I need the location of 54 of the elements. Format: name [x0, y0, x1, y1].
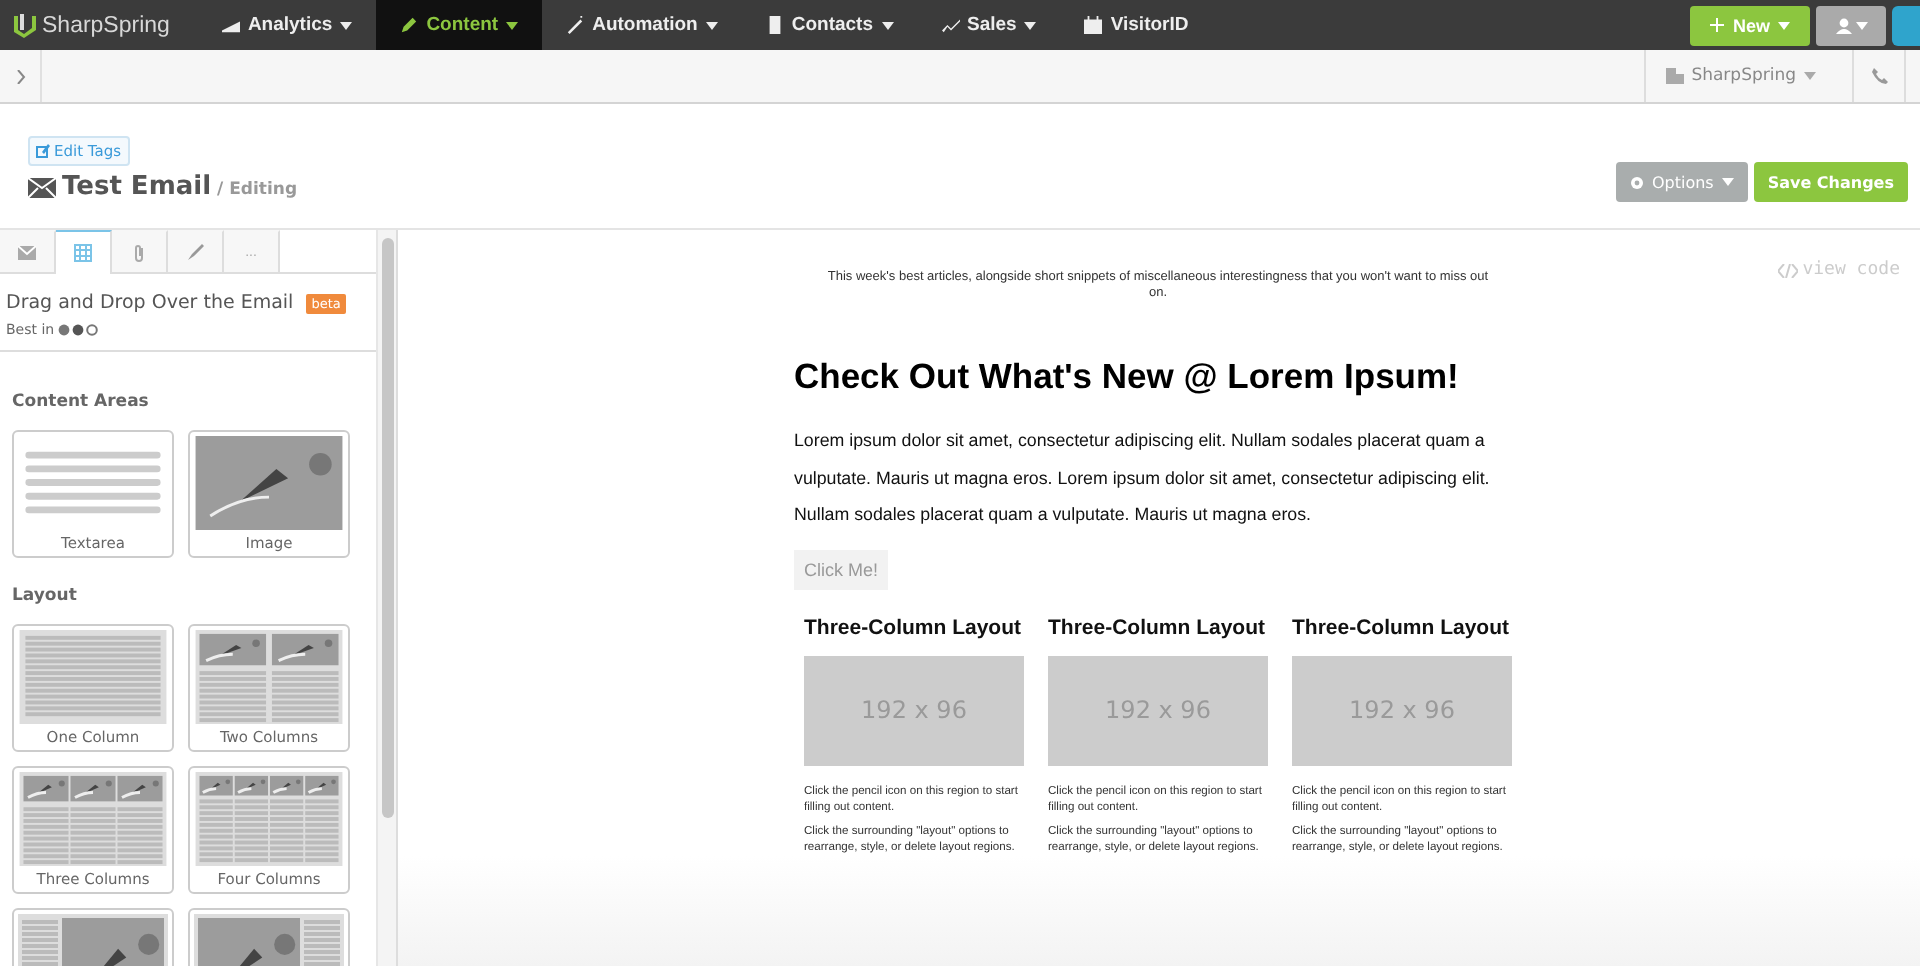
column-heading: Three-Column Layout — [804, 615, 1024, 639]
browser-icons-drawing — [58, 324, 103, 336]
caret-icon — [705, 21, 718, 29]
nav-menu-item[interactable]: Contacts — [741, 0, 918, 50]
bar-chart-icon — [221, 16, 240, 34]
phone-icon — [1871, 68, 1887, 84]
help-button[interactable] — [1892, 5, 1920, 45]
user-menu-button[interactable] — [1816, 5, 1886, 45]
panel-title: Drag and Drop Over the Email — [6, 292, 294, 314]
envelope-icon — [18, 245, 36, 259]
caret-icon — [1721, 178, 1734, 186]
caret-icon — [1024, 21, 1037, 29]
email-paragraph: Lorem ipsum dolor sit amet, consectetur adipiscing elit. Nullam sodales placerat quam a vulputate. Mauris ut magna eros. Lorem ipsum dolor sit amet, consectetur adipiscing elit. Nullam sodales placerat quam a vulputate. Mauris ut magna eros. — [794, 428, 1492, 528]
envelope-icon — [28, 177, 56, 197]
caret-icon — [506, 21, 519, 29]
nav-menu-item[interactable]: Content — [376, 0, 543, 50]
page-title: Test Email — [62, 172, 212, 202]
panel-tab[interactable] — [112, 230, 168, 272]
edit-icon — [36, 144, 50, 158]
logo-icon — [12, 12, 36, 38]
account-dropdown[interactable]: SharpSpring — [1643, 50, 1852, 102]
wand-icon — [566, 16, 585, 34]
panel-tab[interactable] — [56, 230, 112, 274]
trend-line-icon — [941, 16, 960, 34]
section-heading: Layout — [10, 584, 79, 610]
code-icon — [1778, 263, 1799, 277]
column-heading: Three-Column Layout — [1292, 615, 1512, 639]
pencil-icon — [400, 16, 419, 34]
column-heading: Three-Column Layout — [1048, 615, 1268, 639]
user-icon — [1835, 17, 1851, 33]
nav-menu-item[interactable]: VisitorID — [1060, 0, 1213, 50]
caret-icon — [1855, 21, 1867, 29]
caret-icon — [881, 21, 894, 29]
caret-icon — [1804, 72, 1816, 80]
caret-icon — [340, 21, 353, 29]
brand-name: SharpSpring — [42, 13, 170, 37]
panel-tab[interactable] — [168, 230, 224, 272]
building-icon — [1665, 68, 1684, 84]
caret-icon — [1778, 21, 1790, 29]
section-heading: Content Areas — [10, 390, 151, 416]
paperclip-icon — [132, 243, 146, 261]
nav-menu-item[interactable]: Sales — [917, 0, 1061, 50]
panel-tab[interactable] — [0, 230, 56, 272]
grid-icon — [74, 244, 92, 262]
plus-icon — [1710, 18, 1725, 32]
chevron-right-icon — [15, 69, 25, 83]
scrollbar-thumb[interactable] — [382, 238, 394, 818]
nav-menu-item[interactable]: Analytics — [197, 0, 377, 50]
email-heading: Check Out What's New @ Lorem Ipsum! — [794, 356, 1461, 398]
calendar-icon — [1084, 16, 1103, 34]
page-subtitle: / Editing — [217, 180, 298, 200]
nav-menu-item[interactable]: Automation — [542, 0, 742, 50]
brush-icon — [187, 244, 203, 260]
settings-icon — [1629, 175, 1644, 189]
